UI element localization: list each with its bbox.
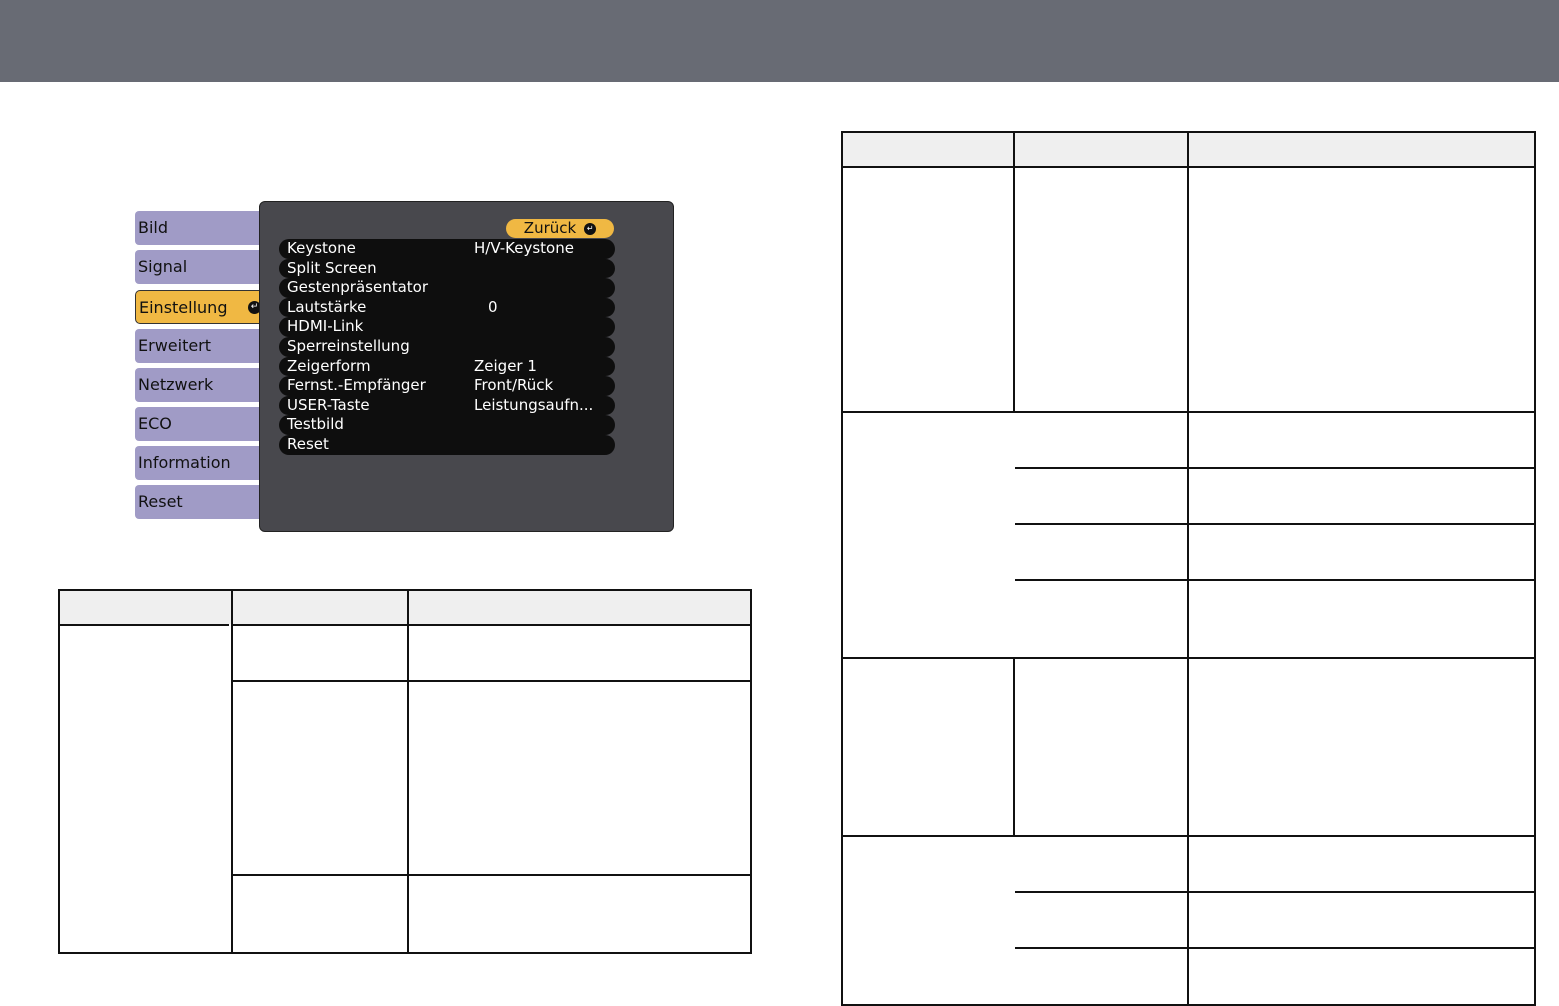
item-label: Reset <box>287 434 329 453</box>
table-cell <box>1013 891 1189 949</box>
header-cell <box>231 589 409 626</box>
table-cell <box>407 624 752 682</box>
table-cell <box>1187 523 1536 581</box>
tab-eco[interactable]: ECO <box>135 407 261 441</box>
tab-label: Einstellung <box>139 298 228 317</box>
table-cell <box>1187 579 1536 659</box>
back-label: Zurück <box>523 219 577 237</box>
header-cell <box>58 589 233 626</box>
menu-item-gestenpraesentator[interactable]: Gestenpräsentator <box>279 278 615 298</box>
merge-cover <box>60 678 228 682</box>
item-value: 0 <box>488 297 498 316</box>
tab-einstellung[interactable]: Einstellung ↵ <box>135 290 268 324</box>
item-value: Zeiger 1 <box>474 356 537 375</box>
tab-reset[interactable]: Reset <box>135 485 261 519</box>
tab-label: Reset <box>138 492 183 511</box>
table-cell <box>1187 657 1536 837</box>
left-table <box>58 589 752 954</box>
item-value: Leistungsaufn... <box>474 395 594 414</box>
item-value: H/V-Keystone <box>474 239 574 257</box>
tab-label: Information <box>138 453 231 472</box>
menu-item-fernst-empfaenger[interactable]: Fernst.-Empfänger Front/Rück <box>279 376 615 396</box>
back-button[interactable]: Zurück ↵ <box>506 219 614 238</box>
merge-cover <box>229 624 231 678</box>
tab-label: ECO <box>138 414 172 433</box>
tab-label: Erweitert <box>138 336 212 355</box>
tab-bild[interactable]: Bild <box>135 211 261 245</box>
table-cell <box>231 680 409 876</box>
menu-item-reset[interactable]: Reset <box>279 434 615 455</box>
menu-item-hdmi-link[interactable]: HDMI-Link <box>279 317 615 337</box>
menu-item-lautstaerke[interactable]: Lautstärke 0 <box>279 297 615 318</box>
item-value: Front/Rück <box>474 376 554 395</box>
item-label: Gestenpräsentator <box>287 278 429 297</box>
table-cell <box>1187 467 1536 525</box>
menu-item-testbild[interactable]: Testbild <box>279 415 615 435</box>
merge-cover <box>1013 838 1016 890</box>
item-label: USER-Taste <box>287 395 370 414</box>
item-label: Testbild <box>287 415 344 434</box>
table-cell <box>1013 166 1189 413</box>
table-cell <box>231 874 409 954</box>
menu-item-zeigerform[interactable]: Zeigerform Zeiger 1 <box>279 356 615 377</box>
header-cell <box>1187 131 1536 168</box>
table-cell <box>1013 523 1189 581</box>
table-cell <box>841 835 1015 1006</box>
item-label: Keystone <box>287 239 356 257</box>
item-label: Zeigerform <box>287 356 371 375</box>
menu-item-user-taste[interactable]: USER-Taste Leistungsaufn... <box>279 395 615 416</box>
table-cell <box>231 624 408 682</box>
tab-signal[interactable]: Signal <box>135 250 261 284</box>
table-cell <box>1013 947 1189 1006</box>
tab-erweitert[interactable]: Erweitert <box>135 329 261 363</box>
item-label: Lautstärke <box>287 297 367 316</box>
tab-information[interactable]: Information <box>135 446 261 480</box>
item-label: Fernst.-Empfänger <box>287 376 426 395</box>
table-cell <box>1187 411 1536 469</box>
header-cell <box>841 131 1015 168</box>
table-cell <box>1187 166 1536 413</box>
table-cell <box>1013 657 1189 837</box>
table-cell <box>841 411 1015 659</box>
table-cell <box>1187 947 1536 1006</box>
header-cell <box>407 589 752 626</box>
menu-item-split-screen[interactable]: Split Screen <box>279 258 615 279</box>
right-table <box>841 131 1536 1006</box>
table-cell <box>407 874 752 954</box>
table-cell <box>1013 411 1189 469</box>
table-cell <box>407 680 752 876</box>
table-cell <box>1187 835 1536 893</box>
item-label: HDMI-Link <box>287 317 364 336</box>
menu-item-sperreinstellung[interactable]: Sperreinstellung <box>279 336 615 357</box>
tab-label: Netzwerk <box>138 375 214 394</box>
tab-label: Bild <box>138 218 169 237</box>
tab-label: Signal <box>138 257 188 276</box>
header-bar <box>0 0 1559 82</box>
item-label: Sperreinstellung <box>287 336 410 355</box>
merge-cover <box>1013 414 1016 466</box>
table-cell <box>1013 467 1189 525</box>
table-cell <box>1013 579 1189 659</box>
tab-netzwerk[interactable]: Netzwerk <box>135 368 261 402</box>
table-cell <box>841 657 1015 837</box>
menu-item-keystone[interactable]: Keystone H/V-Keystone <box>279 239 615 259</box>
header-cell <box>1013 131 1189 168</box>
table-cell <box>58 624 233 954</box>
table-cell <box>841 166 1015 413</box>
menu-items: Keystone H/V-Keystone Split Screen Gesten… <box>279 239 615 455</box>
table-cell <box>1187 891 1536 949</box>
table-cell <box>1013 835 1189 893</box>
enter-icon: ↵ <box>584 222 597 235</box>
item-label: Split Screen <box>287 258 377 277</box>
